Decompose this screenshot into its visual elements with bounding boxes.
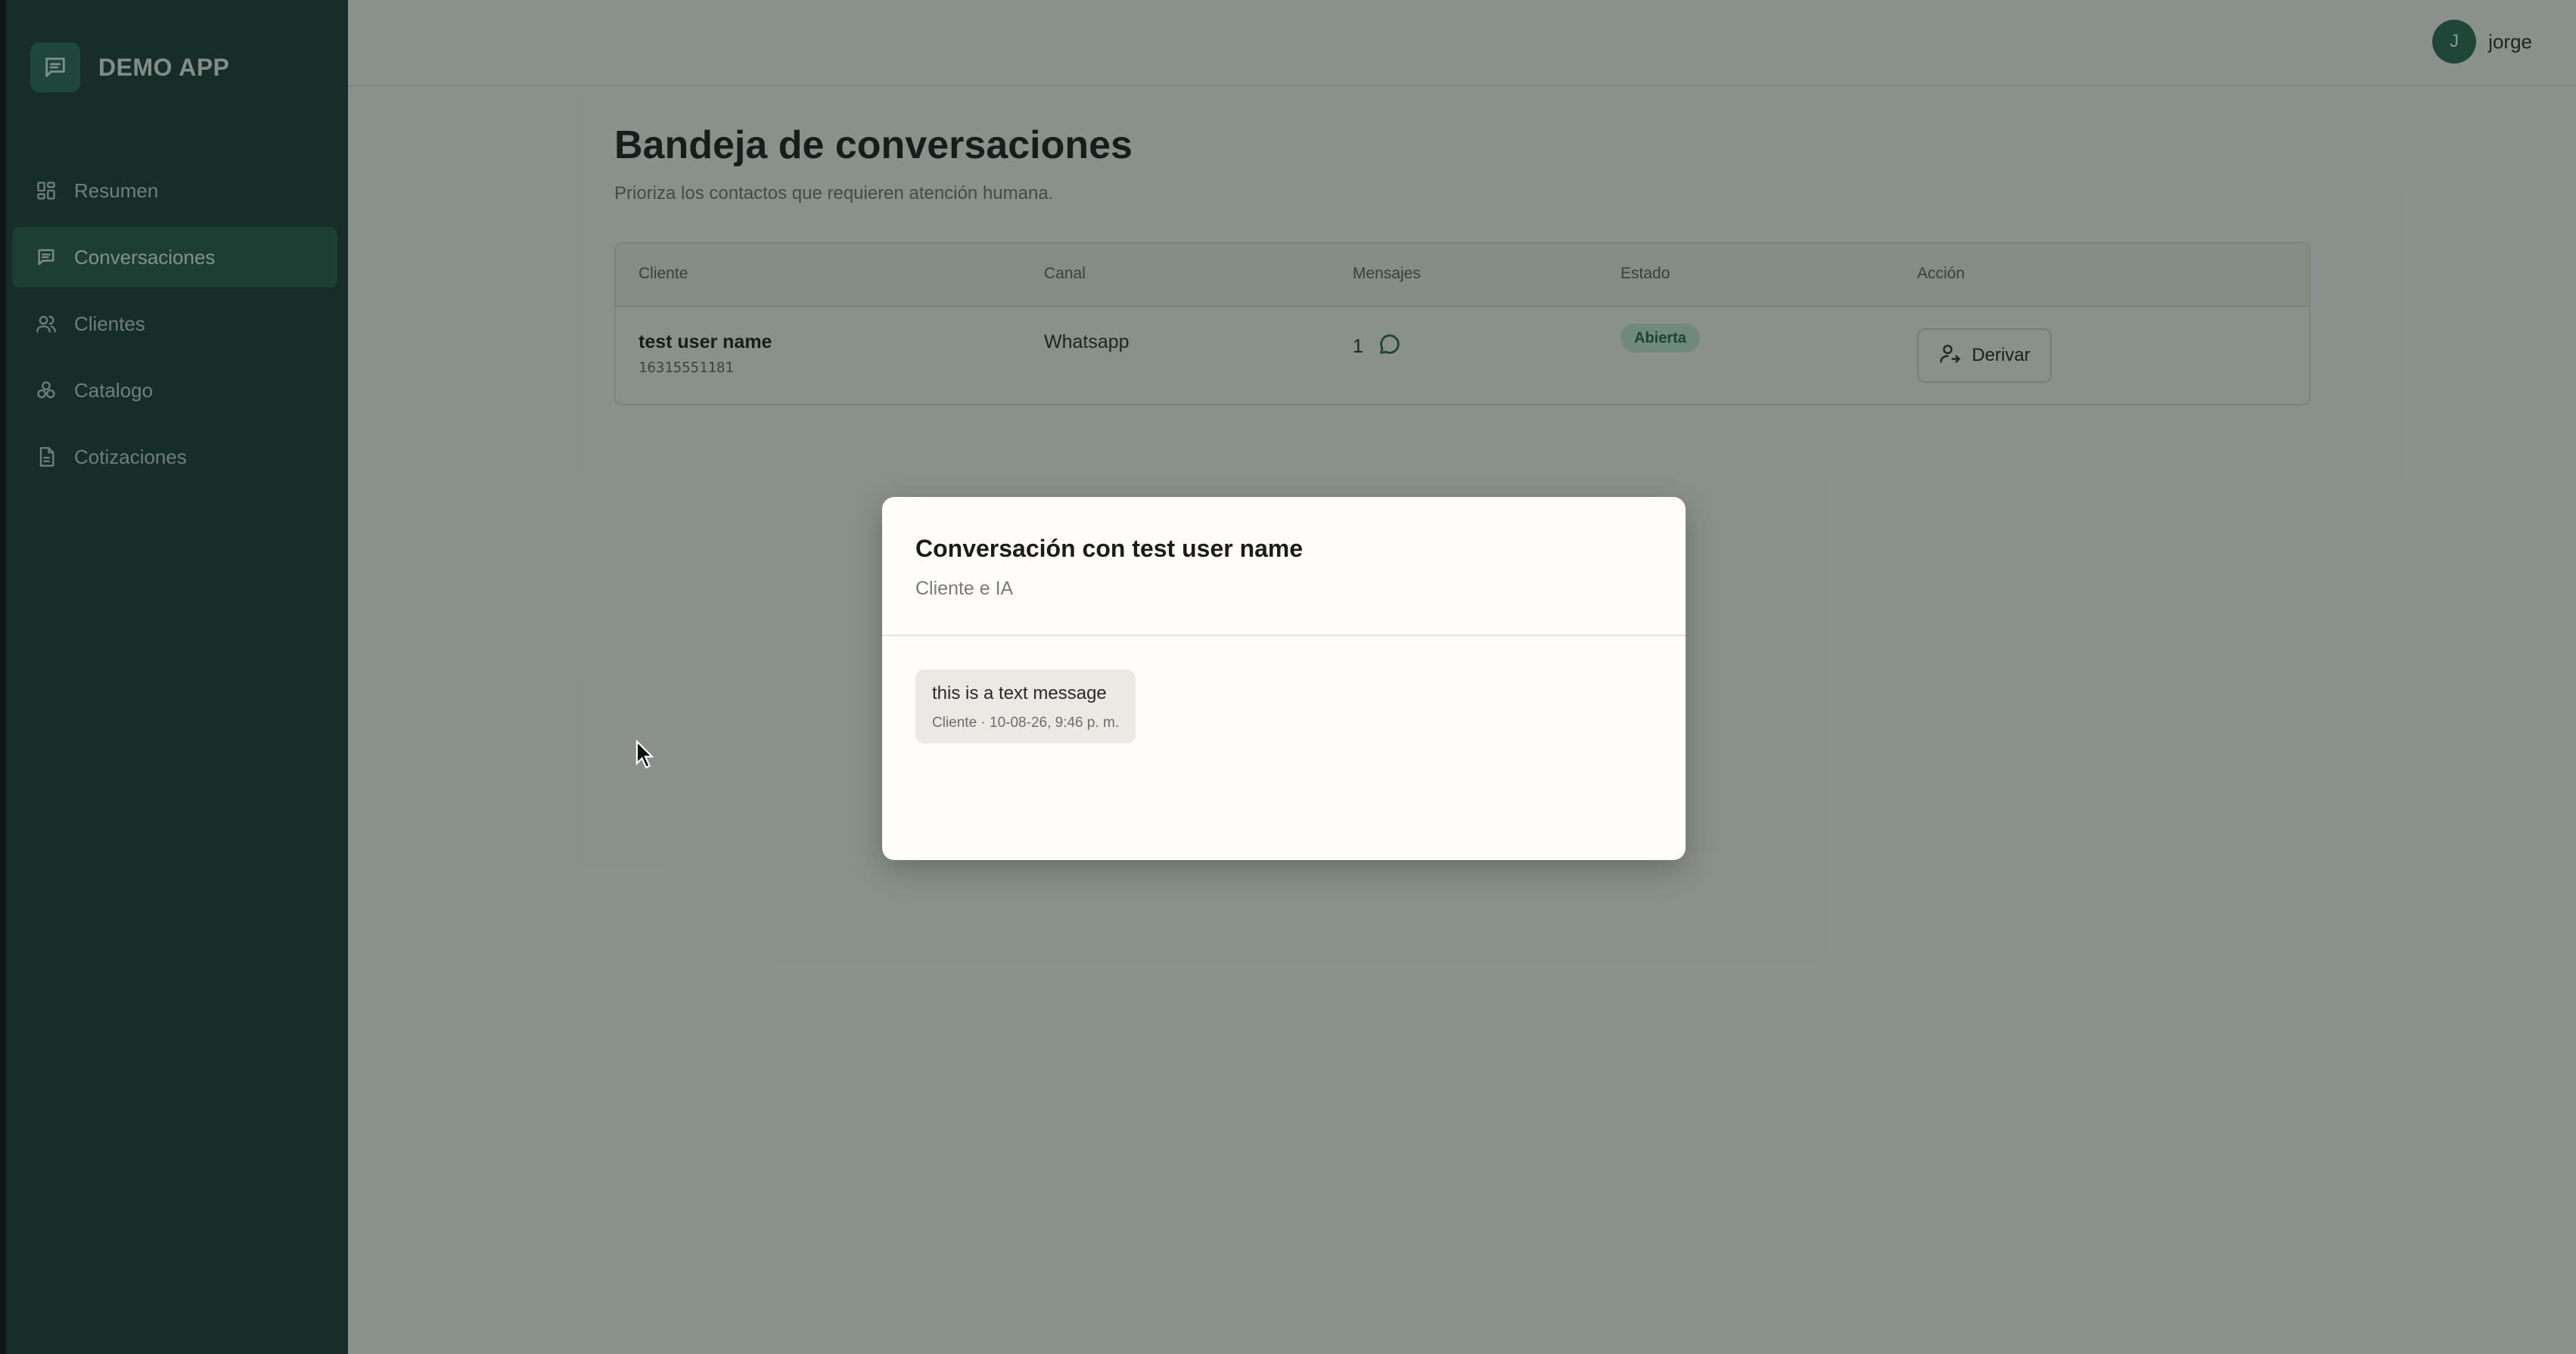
dialog-body: this is a text message Cliente · 10-08-2…: [882, 636, 1686, 777]
app-root: DEMO APP Resumen Conversaciones Clientes…: [0, 0, 2576, 1354]
message-meta: Cliente · 10-08-26, 9:46 p. m.: [932, 715, 1120, 731]
conversation-dialog: Conversación con test user name Cliente …: [882, 497, 1686, 860]
message-text: this is a text message: [932, 683, 1107, 703]
dialog-title: Conversación con test user name: [915, 535, 1304, 562]
mouse-cursor-icon: [634, 739, 657, 770]
dialog-header: Conversación con test user name Cliente …: [882, 497, 1686, 636]
message-bubble: this is a text message Cliente · 10-08-2…: [915, 669, 1136, 744]
dialog-subtitle: Cliente e IA: [915, 578, 1014, 599]
